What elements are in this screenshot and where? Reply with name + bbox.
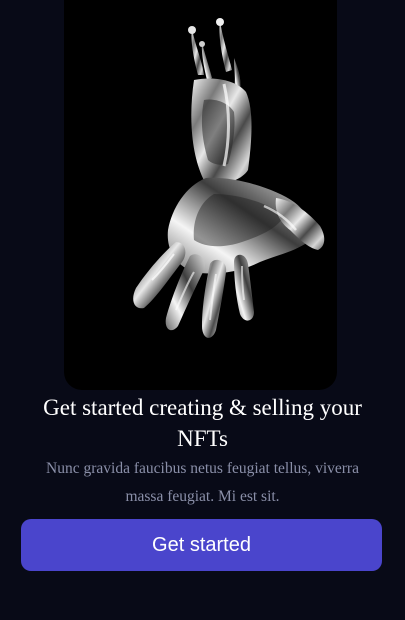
headline: Get started creating & selling your NFTs bbox=[43, 395, 362, 451]
onboarding-screen: Get started creating & selling your NFTs… bbox=[0, 0, 405, 620]
chrome-hand-icon bbox=[133, 18, 325, 338]
get-started-button[interactable]: Get started bbox=[21, 519, 382, 571]
subtext: Nunc gravida faucibus netus feugiat tell… bbox=[46, 460, 359, 505]
hero-image-card bbox=[64, 0, 337, 390]
